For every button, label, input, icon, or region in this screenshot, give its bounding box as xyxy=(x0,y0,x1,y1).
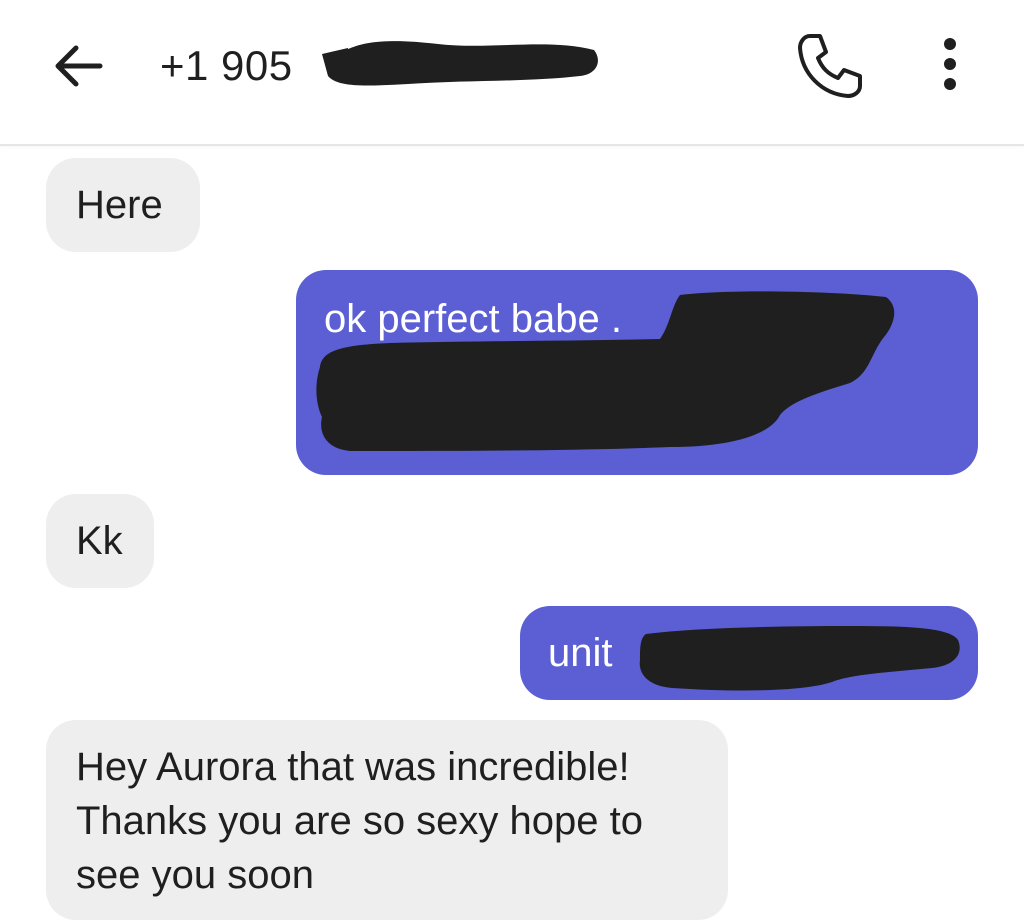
message-text: Hey Aurora that was incredible! Thanks y… xyxy=(76,745,655,897)
message-bubble-outgoing[interactable]: ok perfect babe . xyxy=(296,270,978,475)
redaction-mark xyxy=(322,41,598,86)
message-text: Here xyxy=(76,183,163,227)
message-bubble-incoming[interactable]: Kk xyxy=(46,494,154,588)
phone-icon xyxy=(798,34,862,98)
message-bubble-incoming[interactable]: Hey Aurora that was incredible! Thanks y… xyxy=(46,720,728,920)
message-bubble-outgoing[interactable]: unit xyxy=(520,606,978,700)
arrow-left-icon xyxy=(55,45,103,87)
call-button[interactable] xyxy=(792,28,868,104)
message-text: unit xyxy=(548,631,613,675)
more-vertical-icon xyxy=(944,38,956,90)
contact-number: +1 905 xyxy=(160,42,293,89)
conversation-header: +1 905 xyxy=(0,0,1024,146)
message-text: Kk xyxy=(76,519,123,563)
more-options-button[interactable] xyxy=(930,34,970,98)
message-text: ok perfect babe . xyxy=(324,297,622,341)
message-bubble-incoming[interactable]: Here xyxy=(46,158,200,252)
back-button[interactable] xyxy=(50,38,106,94)
